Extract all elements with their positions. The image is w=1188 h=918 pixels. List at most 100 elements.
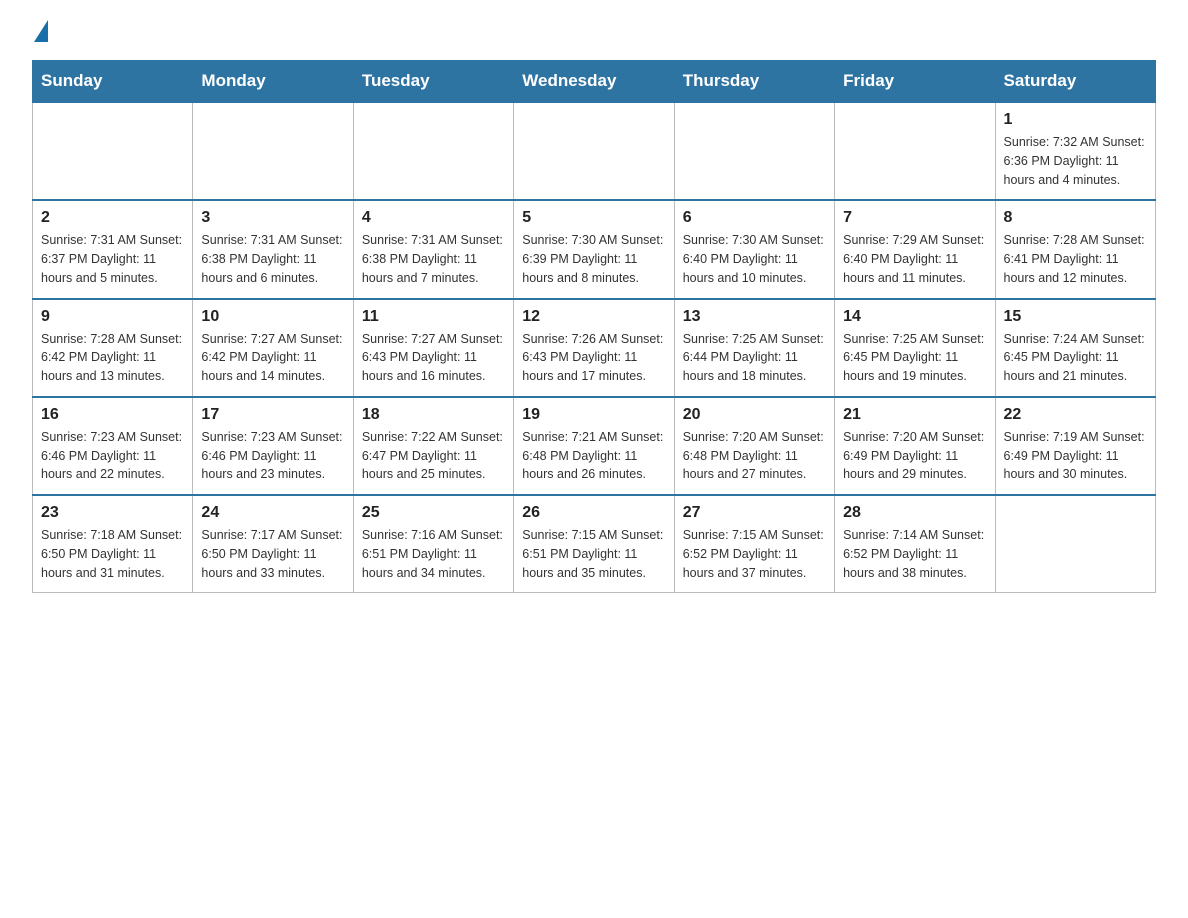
day-info: Sunrise: 7:31 AM Sunset: 6:37 PM Dayligh… xyxy=(41,231,184,287)
day-of-week-header: Thursday xyxy=(674,61,834,103)
day-info: Sunrise: 7:15 AM Sunset: 6:51 PM Dayligh… xyxy=(522,526,665,582)
day-number: 15 xyxy=(1004,308,1147,326)
calendar-cell: 5Sunrise: 7:30 AM Sunset: 6:39 PM Daylig… xyxy=(514,200,674,298)
day-of-week-header: Monday xyxy=(193,61,353,103)
day-info: Sunrise: 7:18 AM Sunset: 6:50 PM Dayligh… xyxy=(41,526,184,582)
day-number: 9 xyxy=(41,308,184,326)
calendar-cell: 20Sunrise: 7:20 AM Sunset: 6:48 PM Dayli… xyxy=(674,397,834,495)
calendar-cell: 11Sunrise: 7:27 AM Sunset: 6:43 PM Dayli… xyxy=(353,299,513,397)
calendar-table: SundayMondayTuesdayWednesdayThursdayFrid… xyxy=(32,60,1156,593)
calendar-cell: 7 Sunrise: 7:29 AM Sunset: 6:40 PM Daylig… xyxy=(835,200,995,298)
calendar-cell: 28 Sunrise: 7:14 AM Sunset: 6:52 PM Dayli… xyxy=(835,495,995,593)
day-info: Sunrise: 7:26 AM Sunset: 6:43 PM Dayligh… xyxy=(522,330,665,386)
day-of-week-header: Tuesday xyxy=(353,61,513,103)
day-info: Sunrise: 7:25 AM Sunset: 6:44 PM Dayligh… xyxy=(683,330,826,386)
day-info: Sunrise: 7:16 AM Sunset: 6:51 PM Dayligh… xyxy=(362,526,505,582)
calendar-cell xyxy=(995,495,1155,593)
day-number: 14 xyxy=(843,308,986,326)
day-info: Sunrise: 7:20 AM Sunset: 6:48 PM Dayligh… xyxy=(683,428,826,484)
day-number: 2 xyxy=(41,209,184,227)
day-number: 13 xyxy=(683,308,826,326)
calendar-cell: 12Sunrise: 7:26 AM Sunset: 6:43 PM Dayli… xyxy=(514,299,674,397)
day-info: Sunrise: 7:27 AM Sunset: 6:42 PM Dayligh… xyxy=(201,330,344,386)
calendar-cell: 4 Sunrise: 7:31 AM Sunset: 6:38 PM Daylig… xyxy=(353,200,513,298)
calendar-cell: 14 Sunrise: 7:25 AM Sunset: 6:45 PM Dayli… xyxy=(835,299,995,397)
day-info: Sunrise: 7:21 AM Sunset: 6:48 PM Dayligh… xyxy=(522,428,665,484)
calendar-week-row: 9 Sunrise: 7:28 AM Sunset: 6:42 PM Daylig… xyxy=(33,299,1156,397)
day-info: Sunrise: 7:15 AM Sunset: 6:52 PM Dayligh… xyxy=(683,526,826,582)
day-info: Sunrise: 7:24 AM Sunset: 6:45 PM Dayligh… xyxy=(1004,330,1147,386)
calendar-cell: 16 Sunrise: 7:23 AM Sunset: 6:46 PM Dayli… xyxy=(33,397,193,495)
day-of-week-header: Sunday xyxy=(33,61,193,103)
day-of-week-header: Wednesday xyxy=(514,61,674,103)
calendar-header-row: SundayMondayTuesdayWednesdayThursdayFrid… xyxy=(33,61,1156,103)
day-number: 3 xyxy=(201,209,344,227)
calendar-cell xyxy=(674,102,834,200)
calendar-cell: 10 Sunrise: 7:27 AM Sunset: 6:42 PM Dayli… xyxy=(193,299,353,397)
calendar-cell xyxy=(514,102,674,200)
calendar-cell: 6 Sunrise: 7:30 AM Sunset: 6:40 PM Daylig… xyxy=(674,200,834,298)
calendar-cell xyxy=(33,102,193,200)
calendar-week-row: 16 Sunrise: 7:23 AM Sunset: 6:46 PM Dayli… xyxy=(33,397,1156,495)
day-info: Sunrise: 7:32 AM Sunset: 6:36 PM Dayligh… xyxy=(1004,133,1147,189)
day-of-week-header: Saturday xyxy=(995,61,1155,103)
calendar-cell: 27 Sunrise: 7:15 AM Sunset: 6:52 PM Dayli… xyxy=(674,495,834,593)
day-number: 10 xyxy=(201,308,344,326)
calendar-cell: 1 Sunrise: 7:32 AM Sunset: 6:36 PM Daylig… xyxy=(995,102,1155,200)
day-number: 21 xyxy=(843,406,986,424)
day-info: Sunrise: 7:30 AM Sunset: 6:40 PM Dayligh… xyxy=(683,231,826,287)
calendar-cell: 24 Sunrise: 7:17 AM Sunset: 6:50 PM Dayli… xyxy=(193,495,353,593)
calendar-cell: 2 Sunrise: 7:31 AM Sunset: 6:37 PM Daylig… xyxy=(33,200,193,298)
day-number: 28 xyxy=(843,504,986,522)
day-info: Sunrise: 7:29 AM Sunset: 6:40 PM Dayligh… xyxy=(843,231,986,287)
calendar-week-row: 2 Sunrise: 7:31 AM Sunset: 6:37 PM Daylig… xyxy=(33,200,1156,298)
day-info: Sunrise: 7:23 AM Sunset: 6:46 PM Dayligh… xyxy=(41,428,184,484)
calendar-cell: 21 Sunrise: 7:20 AM Sunset: 6:49 PM Dayli… xyxy=(835,397,995,495)
calendar-cell: 26 Sunrise: 7:15 AM Sunset: 6:51 PM Dayli… xyxy=(514,495,674,593)
calendar-cell: 8 Sunrise: 7:28 AM Sunset: 6:41 PM Daylig… xyxy=(995,200,1155,298)
day-info: Sunrise: 7:17 AM Sunset: 6:50 PM Dayligh… xyxy=(201,526,344,582)
day-number: 5 xyxy=(522,209,665,227)
day-number: 7 xyxy=(843,209,986,227)
day-number: 8 xyxy=(1004,209,1147,227)
calendar-week-row: 23 Sunrise: 7:18 AM Sunset: 6:50 PM Dayli… xyxy=(33,495,1156,593)
day-info: Sunrise: 7:28 AM Sunset: 6:41 PM Dayligh… xyxy=(1004,231,1147,287)
day-number: 16 xyxy=(41,406,184,424)
day-number: 19 xyxy=(522,406,665,424)
day-number: 23 xyxy=(41,504,184,522)
calendar-week-row: 1 Sunrise: 7:32 AM Sunset: 6:36 PM Daylig… xyxy=(33,102,1156,200)
day-info: Sunrise: 7:22 AM Sunset: 6:47 PM Dayligh… xyxy=(362,428,505,484)
logo-triangle-icon xyxy=(34,20,48,42)
calendar-cell: 19 Sunrise: 7:21 AM Sunset: 6:48 PM Dayli… xyxy=(514,397,674,495)
day-number: 26 xyxy=(522,504,665,522)
calendar-cell: 9 Sunrise: 7:28 AM Sunset: 6:42 PM Daylig… xyxy=(33,299,193,397)
calendar-cell: 17 Sunrise: 7:23 AM Sunset: 6:46 PM Dayli… xyxy=(193,397,353,495)
calendar-cell: 23 Sunrise: 7:18 AM Sunset: 6:50 PM Dayli… xyxy=(33,495,193,593)
day-info: Sunrise: 7:19 AM Sunset: 6:49 PM Dayligh… xyxy=(1004,428,1147,484)
day-info: Sunrise: 7:27 AM Sunset: 6:43 PM Dayligh… xyxy=(362,330,505,386)
day-number: 6 xyxy=(683,209,826,227)
calendar-cell: 3Sunrise: 7:31 AM Sunset: 6:38 PM Daylig… xyxy=(193,200,353,298)
day-info: Sunrise: 7:31 AM Sunset: 6:38 PM Dayligh… xyxy=(362,231,505,287)
page-header xyxy=(32,24,1156,42)
day-number: 18 xyxy=(362,406,505,424)
calendar-cell: 22 Sunrise: 7:19 AM Sunset: 6:49 PM Dayli… xyxy=(995,397,1155,495)
day-number: 1 xyxy=(1004,111,1147,129)
day-info: Sunrise: 7:20 AM Sunset: 6:49 PM Dayligh… xyxy=(843,428,986,484)
day-number: 4 xyxy=(362,209,505,227)
day-number: 24 xyxy=(201,504,344,522)
day-number: 17 xyxy=(201,406,344,424)
day-info: Sunrise: 7:25 AM Sunset: 6:45 PM Dayligh… xyxy=(843,330,986,386)
day-number: 22 xyxy=(1004,406,1147,424)
calendar-cell: 18 Sunrise: 7:22 AM Sunset: 6:47 PM Dayli… xyxy=(353,397,513,495)
day-info: Sunrise: 7:28 AM Sunset: 6:42 PM Dayligh… xyxy=(41,330,184,386)
calendar-cell: 25Sunrise: 7:16 AM Sunset: 6:51 PM Dayli… xyxy=(353,495,513,593)
day-info: Sunrise: 7:14 AM Sunset: 6:52 PM Dayligh… xyxy=(843,526,986,582)
day-of-week-header: Friday xyxy=(835,61,995,103)
calendar-cell xyxy=(353,102,513,200)
calendar-cell xyxy=(193,102,353,200)
day-number: 27 xyxy=(683,504,826,522)
logo xyxy=(32,24,48,42)
calendar-cell xyxy=(835,102,995,200)
day-info: Sunrise: 7:23 AM Sunset: 6:46 PM Dayligh… xyxy=(201,428,344,484)
